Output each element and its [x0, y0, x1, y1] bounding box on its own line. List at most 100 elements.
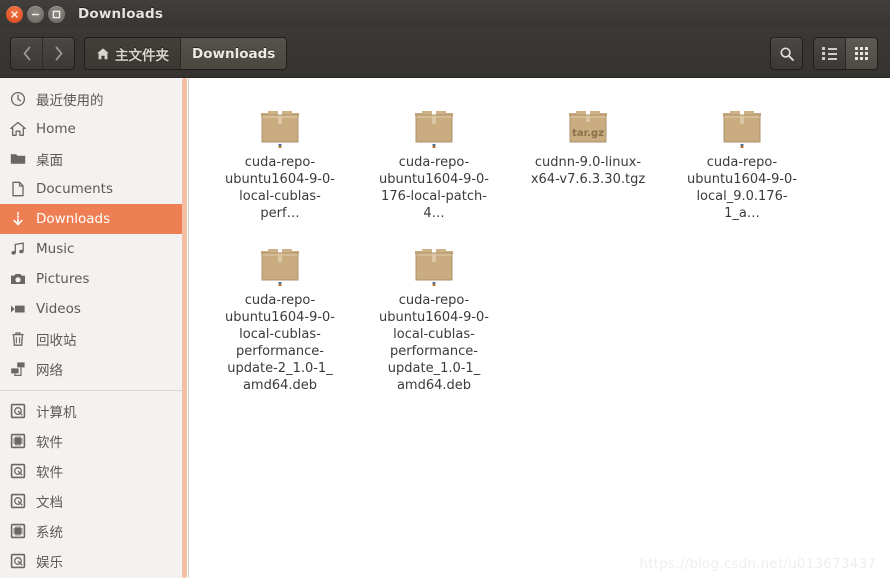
sidebar-item-software-2[interactable]: 软件 — [0, 456, 182, 486]
sidebar-item-desktop-label: 桌面 — [36, 153, 63, 169]
sidebar-item-entertainment[interactable]: 娱乐 — [0, 546, 182, 576]
file-item[interactable]: cuda-repo- ubuntu1604-9-0- 176-local-pat… — [357, 84, 511, 222]
title-bar: Downloads — [0, 0, 890, 28]
package-icon — [717, 96, 767, 148]
window-title: Downloads — [78, 6, 164, 22]
minimize-icon — [31, 13, 40, 15]
sidebar-item-network-label: 网络 — [36, 363, 63, 379]
file-name: cuda-repo- ubuntu1604-9-0- local_9.0.176… — [686, 155, 797, 221]
chip-disk-icon — [10, 523, 32, 539]
folder-icon — [10, 151, 32, 167]
window-controls — [0, 5, 65, 23]
document-icon — [10, 181, 32, 197]
file-item[interactable]: cuda-repo- ubuntu1604-9-0- local-cublas-… — [203, 84, 357, 222]
sidebar-item-downloads-label: Downloads — [36, 211, 111, 227]
file-view[interactable]: cuda-repo- ubuntu1604-9-0- local-cublas-… — [189, 78, 890, 578]
file-manager-window: Downloads 主文件夹 Downloads 最近使用的 Home 桌面 D… — [0, 0, 890, 578]
chevron-right-icon — [55, 46, 62, 61]
clock-icon — [10, 91, 32, 107]
sidebar-item-system[interactable]: 系统 — [0, 516, 182, 546]
sidebar-group-places: 最近使用的 Home 桌面 Documents Downloads Music … — [0, 84, 182, 384]
close-button[interactable] — [6, 5, 23, 23]
sidebar-item-documents-volume-label: 文档 — [36, 495, 63, 511]
sidebar-scrollbar[interactable] — [182, 78, 187, 578]
file-name: cuda-repo- ubuntu1604-9-0- 176-local-pat… — [378, 155, 489, 221]
package-icon — [255, 96, 305, 148]
music-icon — [10, 241, 32, 257]
list-view-icon — [822, 47, 837, 60]
chevron-left-icon — [23, 46, 30, 61]
breadcrumb-item-home-label: 主文件夹 — [115, 47, 169, 64]
file-item[interactable]: tar.gz cudnn-9.0-linux- x64-v7.6.3.30.tg… — [511, 84, 665, 222]
disk-icon — [10, 403, 32, 419]
forward-button[interactable] — [42, 38, 74, 69]
trash-icon — [10, 331, 32, 347]
sidebar-item-home-label: Home — [36, 121, 76, 137]
sidebar-item-downloads[interactable]: Downloads — [0, 204, 182, 234]
sidebar-item-entertainment-label: 娱乐 — [36, 555, 63, 571]
sidebar-scrollbar-thumb[interactable] — [182, 78, 187, 578]
search-button[interactable] — [770, 37, 803, 70]
close-icon — [11, 10, 18, 18]
breadcrumb: 主文件夹 Downloads — [84, 37, 288, 70]
sidebar-item-software-2-label: 软件 — [36, 465, 63, 481]
sidebar-item-recent[interactable]: 最近使用的 — [0, 84, 182, 114]
breadcrumb-item-downloads-label: Downloads — [192, 45, 276, 62]
sidebar-item-trash[interactable]: 回收站 — [0, 324, 182, 354]
download-icon — [10, 211, 32, 227]
sidebar-divider — [0, 390, 182, 391]
disk-icon — [10, 463, 32, 479]
minimize-button[interactable] — [27, 5, 44, 23]
file-item[interactable]: cuda-repo- ubuntu1604-9-0- local-cublas-… — [203, 222, 357, 394]
network-icon — [10, 361, 32, 377]
sidebar-item-music-label: Music — [36, 241, 75, 257]
toolbar-right-controls — [770, 37, 878, 70]
maximize-icon — [52, 10, 61, 18]
list-view-button[interactable] — [814, 38, 845, 69]
breadcrumb-item-home[interactable]: 主文件夹 — [85, 38, 180, 69]
disk-icon — [10, 493, 32, 509]
home-icon — [96, 47, 110, 61]
sidebar-group-devices: 计算机 软件 软件 文档 系统 娱乐 — [0, 396, 182, 576]
home-icon — [10, 121, 32, 137]
file-item[interactable]: cuda-repo- ubuntu1604-9-0- local-cublas-… — [357, 222, 511, 394]
file-name: cuda-repo- ubuntu1604-9-0- local-cublas-… — [224, 155, 335, 221]
sidebar-item-videos-label: Videos — [36, 301, 81, 317]
sidebar-item-computer-label: 计算机 — [36, 405, 77, 421]
file-item[interactable]: cuda-repo- ubuntu1604-9-0- local_9.0.176… — [665, 84, 819, 222]
package-icon — [255, 234, 305, 286]
chip-disk-icon — [10, 433, 32, 449]
file-name: cuda-repo- ubuntu1604-9-0- local-cublas-… — [224, 293, 335, 393]
package-icon — [409, 96, 459, 148]
sidebar-item-software-1[interactable]: 软件 — [0, 426, 182, 456]
sidebar-item-computer[interactable]: 计算机 — [0, 396, 182, 426]
sidebar[interactable]: 最近使用的 Home 桌面 Documents Downloads Music … — [0, 78, 182, 578]
sidebar-item-system-label: 系统 — [36, 525, 63, 541]
file-name: cudnn-9.0-linux- x64-v7.6.3.30.tgz — [530, 155, 646, 187]
sidebar-item-home[interactable]: Home — [0, 114, 182, 144]
view-mode-toggle — [813, 37, 878, 70]
sidebar-item-desktop[interactable]: 桌面 — [0, 144, 182, 174]
icon-view-icon — [855, 47, 868, 60]
sidebar-item-music[interactable]: Music — [0, 234, 182, 264]
icon-view-button[interactable] — [845, 38, 877, 69]
archive-icon: tar.gz — [563, 96, 613, 148]
sidebar-item-documents[interactable]: Documents — [0, 174, 182, 204]
back-button[interactable] — [11, 38, 42, 69]
search-icon — [779, 46, 794, 61]
watermark: https://blog.csdn.net/u013673437 — [639, 556, 876, 572]
package-icon — [409, 234, 459, 286]
sidebar-item-documents-volume[interactable]: 文档 — [0, 486, 182, 516]
sidebar-item-trash-label: 回收站 — [36, 333, 77, 349]
navigation-buttons — [10, 37, 75, 70]
toolbar: 主文件夹 Downloads — [0, 28, 890, 78]
sidebar-item-pictures[interactable]: Pictures — [0, 264, 182, 294]
video-icon — [10, 301, 32, 317]
sidebar-item-videos[interactable]: Videos — [0, 294, 182, 324]
sidebar-item-software-1-label: 软件 — [36, 435, 63, 451]
sidebar-item-network[interactable]: 网络 — [0, 354, 182, 384]
sidebar-item-pictures-label: Pictures — [36, 271, 90, 287]
sidebar-item-documents-label: Documents — [36, 181, 113, 197]
breadcrumb-item-downloads[interactable]: Downloads — [180, 38, 287, 69]
maximize-button[interactable] — [48, 5, 65, 23]
